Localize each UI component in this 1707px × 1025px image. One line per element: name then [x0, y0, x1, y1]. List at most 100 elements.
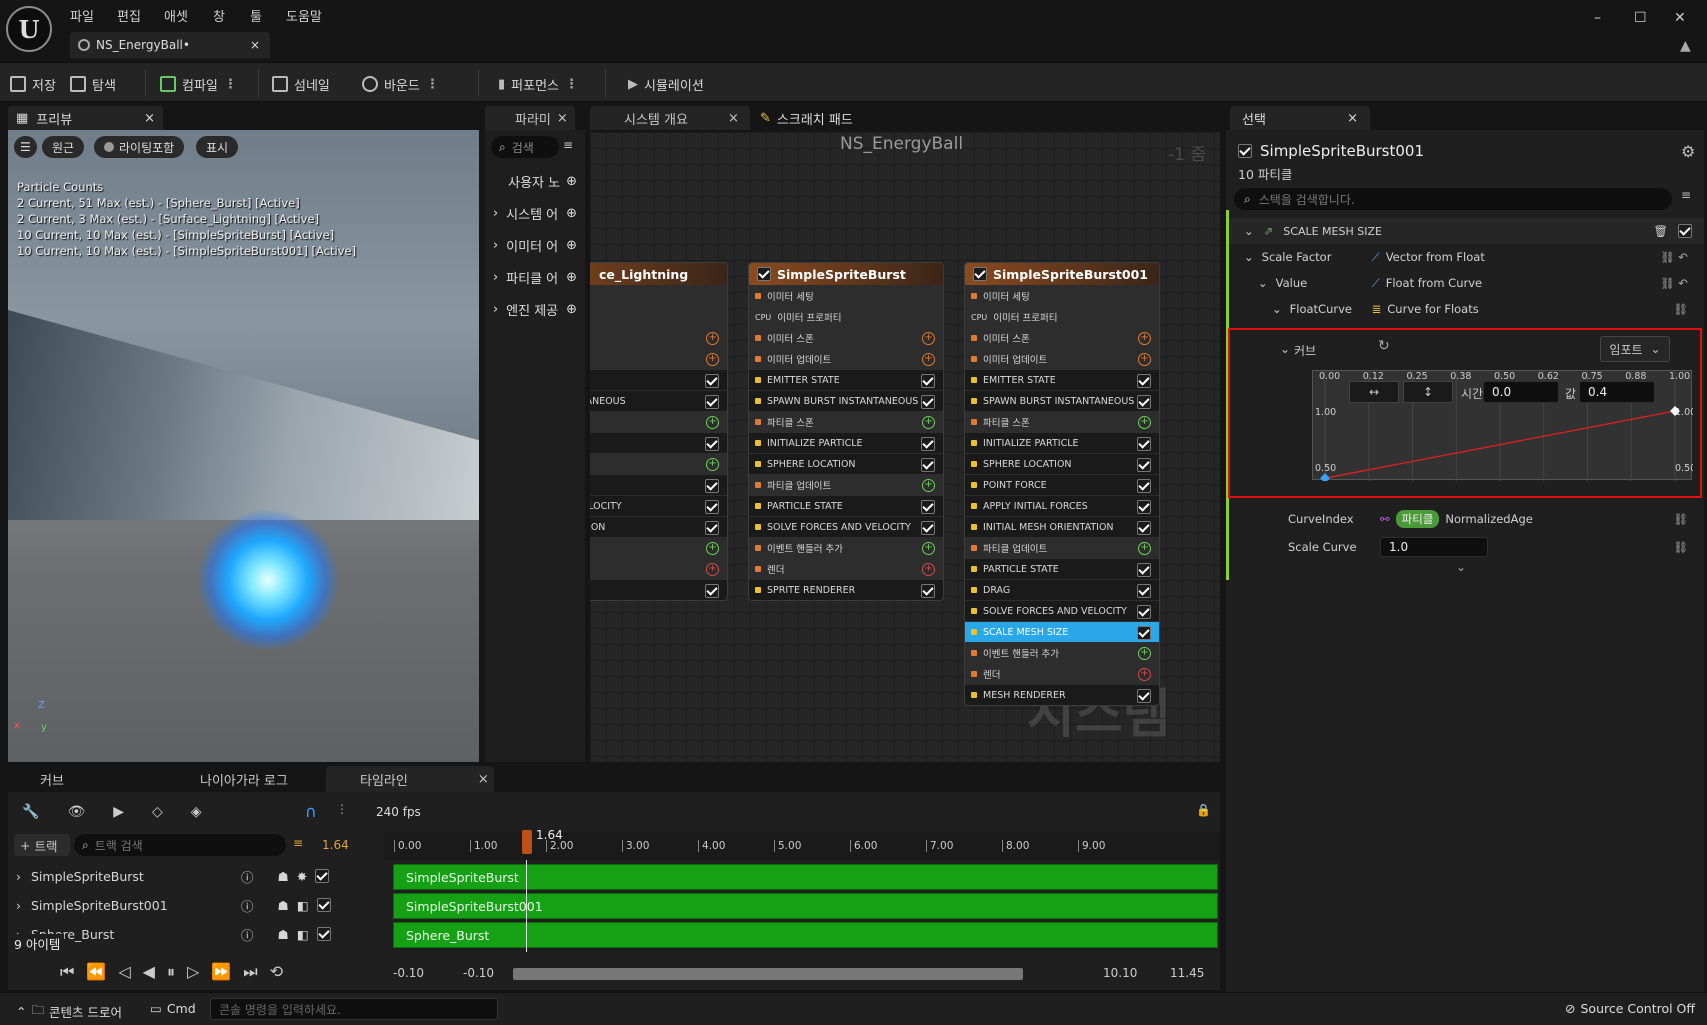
lit-button[interactable]: 라이팅포함: [94, 136, 185, 158]
reset-curve-icon[interactable]: ↻: [1378, 338, 1390, 354]
node-module-row[interactable]: 들러 추가+: [590, 537, 727, 558]
cmd-selector[interactable]: ▭ Cmd: [150, 1001, 196, 1016]
content-drawer-button[interactable]: ⌃ 🗀 콘텐츠 드로어: [16, 1001, 122, 1022]
selection-tab[interactable]: 선택 ×: [1230, 106, 1370, 130]
trash-icon[interactable]: 🗑: [1653, 224, 1668, 238]
performance-button[interactable]: ▮ 퍼포먼스 ⋮: [498, 73, 578, 95]
node-module-row[interactable]: INITIAL MESH ORIENTATION: [965, 516, 1159, 537]
node-module-row[interactable]: SPRITE RENDERER: [749, 579, 943, 600]
node-module-row[interactable]: MESH RENDERER: [965, 684, 1159, 705]
node-module-row[interactable]: 데이트+: [590, 348, 727, 369]
node-module-row[interactable]: 렌더 +: [749, 558, 943, 579]
filter-icon[interactable]: ≡: [563, 138, 573, 152]
tab-scratch-pad[interactable]: ✎ 스크래치 패드: [760, 106, 920, 130]
chevron-down-icon[interactable]: ⌄: [1272, 302, 1282, 316]
step-forward-icon[interactable]: ▷: [187, 962, 199, 982]
curve-graph[interactable]: 0.00 0.12 0.25 0.38 0.50 0.62 0.75 0.88 1.00 1.00…: [1312, 370, 1693, 481]
close-window-button[interactable]: ✕: [1674, 10, 1686, 26]
curve-key[interactable]: [1320, 473, 1330, 481]
add-circle-icon[interactable]: ⊕: [566, 302, 577, 317]
wrench-icon[interactable]: 🔧: [22, 804, 39, 820]
track-enable-checkbox[interactable]: [316, 898, 331, 912]
track-row[interactable]: › SimpleSpriteBurst ⓘ ☗ ✸: [16, 862, 381, 890]
menu-asset[interactable]: 애셋: [164, 6, 188, 25]
node-module-row[interactable]: APPLY INITIAL FORCES: [965, 495, 1159, 516]
filter-icon[interactable]: ≡: [293, 836, 303, 850]
node-module-row[interactable]: SOLVE FORCES AND VELOCITY: [965, 600, 1159, 621]
node-module-row[interactable]: SPHERE LOCATION: [749, 453, 943, 474]
add-circle-icon[interactable]: ⊕: [566, 206, 577, 221]
module-enable-checkbox[interactable]: [705, 584, 719, 598]
module-enable-checkbox[interactable]: [921, 521, 935, 535]
emitter-node-surface-lightning[interactable]: ce_Lightning 팅로퍼티폰+데이트+I STATEBURST INST…: [590, 262, 728, 601]
add-module-icon[interactable]: +: [706, 563, 719, 576]
add-module-icon[interactable]: +: [922, 332, 935, 345]
range-start[interactable]: -0.10: [393, 966, 424, 980]
link-icon[interactable]: ⛓ ↶: [1660, 276, 1688, 290]
node-module-row[interactable]: DRAG: [965, 579, 1159, 600]
enable-checkbox[interactable]: [757, 267, 771, 281]
module-enable-checkbox[interactable]: [1137, 374, 1151, 388]
add-module-icon[interactable]: +: [1138, 542, 1151, 555]
chevron-right-icon[interactable]: ›: [16, 869, 21, 884]
add-module-icon[interactable]: +: [1138, 647, 1151, 660]
module-enable-checkbox[interactable]: [1678, 224, 1692, 238]
menu-window[interactable]: 창: [213, 6, 225, 25]
save-button[interactable]: 저장: [10, 73, 56, 95]
menu-tools[interactable]: 툴: [250, 6, 262, 25]
module-enable-checkbox[interactable]: [1137, 521, 1151, 535]
node-module-row[interactable]: 이미터 스폰 +: [965, 327, 1159, 348]
stack-search-input[interactable]: ⌕ 스택을 검색합니다.: [1234, 188, 1672, 210]
track-row[interactable]: ›Sphere_Burstⓘ☗◧: [16, 920, 381, 948]
node-module-row[interactable]: 이미터 세팅: [965, 285, 1159, 306]
node-module-row[interactable]: 폰+: [590, 327, 727, 348]
add-module-icon[interactable]: +: [706, 332, 719, 345]
unreal-logo[interactable]: U: [6, 6, 52, 52]
timeline-scrollbar[interactable]: [513, 968, 1023, 980]
node-module-row[interactable]: 팅: [590, 285, 727, 306]
node-module-row[interactable]: EMITTER STATE: [749, 369, 943, 390]
chevron-down-icon[interactable]: ⌄: [1244, 250, 1254, 264]
emitter-node-simplespriteburst001[interactable]: SimpleSpriteBurst001 이미터 세팅 CPU 이미터 프로퍼티 이미…: [964, 262, 1160, 706]
preview-viewport[interactable]: ☰ 원근 라이팅포함 표시 Particle Counts 2 Current,…: [8, 130, 479, 762]
node-module-row[interactable]: 이벤트 핸들러 추가 +: [749, 537, 943, 558]
node-module-row[interactable]: CPU 이미터 프로퍼티: [749, 306, 943, 327]
add-module-icon[interactable]: +: [922, 479, 935, 492]
node-module-row[interactable]: 이미터 스폰 +: [749, 327, 943, 348]
link-icon[interactable]: ⛓: [1673, 512, 1688, 526]
viewport-menu-button[interactable]: ☰: [14, 136, 37, 158]
node-module-row[interactable]: 렌더 +: [965, 663, 1159, 684]
add-module-icon[interactable]: +: [1138, 668, 1151, 681]
module-enable-checkbox[interactable]: [1137, 626, 1151, 640]
module-enable-checkbox[interactable]: [705, 500, 719, 514]
node-module-row[interactable]: 데이트+: [590, 453, 727, 474]
show-button[interactable]: 표시: [196, 136, 239, 158]
scale-curve-input[interactable]: 1.0: [1380, 537, 1488, 557]
add-module-icon[interactable]: +: [1138, 416, 1151, 429]
node-module-row[interactable]: SPHERE LOCATION: [965, 453, 1159, 474]
bounds-button[interactable]: 바운드 ⋮: [362, 73, 439, 95]
node-module-row[interactable]: 이벤트 핸들러 추가 +: [965, 642, 1159, 663]
system-overview-graph[interactable]: NS_EnergyBall -1 줌 시스템 ce_Lightning 팅로퍼티…: [590, 132, 1220, 762]
playhead-handle[interactable]: [522, 830, 532, 854]
track-bar[interactable]: SimpleSpriteBurst: [393, 864, 1218, 890]
module-enable-checkbox[interactable]: [921, 374, 935, 388]
module-enable-checkbox[interactable]: [921, 395, 935, 409]
track-row[interactable]: › SimpleSpriteBurst001 ⓘ ☗ ◧: [16, 891, 381, 919]
chevron-down-icon[interactable]: ⌄: [1244, 224, 1254, 238]
node-module-row[interactable]: INITIALIZE PARTICLE: [965, 432, 1159, 453]
floatcurve-value[interactable]: Curve for Floats: [1387, 302, 1478, 316]
track-search-input[interactable]: ⌕ 트랙 검색: [74, 834, 286, 856]
tab-curves[interactable]: 커브: [40, 770, 64, 789]
module-enable-checkbox[interactable]: [1137, 458, 1151, 472]
module-enable-checkbox[interactable]: [921, 458, 935, 472]
browse-button[interactable]: 탐색: [70, 73, 116, 95]
tab-niagara-log[interactable]: 나이아가라 로그: [200, 770, 288, 789]
node-module-row[interactable]: +: [590, 558, 727, 579]
simulation-button[interactable]: ▶ 시뮬레이션: [628, 73, 704, 95]
menu-help[interactable]: 도움말: [286, 6, 322, 25]
view-end[interactable]: 10.10: [1103, 966, 1137, 980]
module-enable-checkbox[interactable]: [705, 374, 719, 388]
key-icon[interactable]: ◇: [152, 804, 163, 820]
close-selection-icon[interactable]: ×: [1347, 111, 1358, 126]
